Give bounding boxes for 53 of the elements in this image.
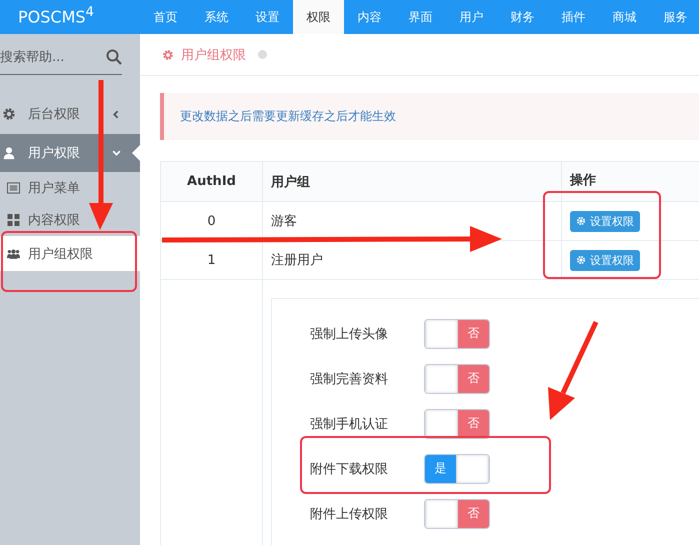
switch-knob <box>425 320 458 348</box>
setting-label: 附件上传权限 <box>310 506 389 522</box>
nav-tab[interactable]: 系统 <box>191 0 242 34</box>
setting-label: 强制上传头像 <box>310 326 389 342</box>
nav-tab[interactable]: 内容 <box>344 0 395 34</box>
sidebar-item[interactable]: 后台权限 <box>0 94 140 134</box>
sidebar-subitem[interactable]: 内容权限 <box>0 204 140 236</box>
search-icon <box>106 49 122 65</box>
gear-icon <box>576 216 586 226</box>
page-title: 用户组权限 <box>181 46 246 64</box>
gear-icon <box>576 255 586 265</box>
column-header: 操作 <box>568 172 597 190</box>
user-icon <box>2 146 16 160</box>
switch-knob <box>456 454 489 482</box>
nav-tab[interactable]: 权限 <box>293 0 344 34</box>
search-field[interactable]: 搜索帮助... <box>0 44 100 70</box>
setting-label: 强制手机认证 <box>310 416 389 432</box>
toggle-switch[interactable]: 否 <box>424 408 490 438</box>
nav-tab[interactable]: 界面 <box>395 0 446 34</box>
grid-icon <box>7 214 20 226</box>
status-dot <box>258 50 267 59</box>
nav-tab[interactable]: 服务 <box>650 0 699 34</box>
column-header: 用户组 <box>263 162 562 201</box>
column-header: AuthId <box>161 162 263 201</box>
toggle-switch[interactable]: 否 <box>424 364 490 394</box>
nav-tab[interactable]: 财务 <box>497 0 548 34</box>
nav-tab[interactable]: 插件 <box>548 0 599 34</box>
gear-icon <box>2 107 16 121</box>
switch-knob <box>425 500 458 528</box>
table-cell: 1 <box>161 241 263 279</box>
nav-tab[interactable]: 用户 <box>446 0 497 34</box>
sidebar-subitem[interactable]: 用户菜单 <box>0 172 140 204</box>
toggle-switch[interactable]: 否 <box>424 318 490 348</box>
table-cell: 0 <box>161 202 263 240</box>
set-permission-button[interactable]: 设置权限 <box>570 250 640 270</box>
nav-tab[interactable]: 首页 <box>140 0 191 34</box>
logo: POSCMS$^{4}$ <box>18 4 94 28</box>
switch-knob <box>425 364 458 392</box>
set-permission-button[interactable]: 设置权限 <box>570 210 640 232</box>
switch-knob <box>425 410 458 438</box>
chevron-down-icon <box>111 148 122 158</box>
nav-tab[interactable]: 商城 <box>599 0 650 34</box>
setting-label: 附件下载权限 <box>310 460 389 478</box>
nav-tab[interactable]: 设置 <box>242 0 293 34</box>
setting-label: 强制完善资料 <box>310 370 389 388</box>
list-icon <box>7 182 20 194</box>
toggle-switch[interactable]: 是 <box>424 454 490 484</box>
toggle-switch[interactable]: 否 <box>424 498 490 528</box>
sidebar-subitem[interactable]: 用户组权限 <box>0 236 140 271</box>
gear-icon <box>162 48 174 60</box>
alert-text: 更改数据之后需要更新缓存之后才能生效 <box>180 108 396 125</box>
sidebar-item[interactable]: 用户权限 <box>0 134 140 172</box>
users-icon <box>7 248 20 260</box>
